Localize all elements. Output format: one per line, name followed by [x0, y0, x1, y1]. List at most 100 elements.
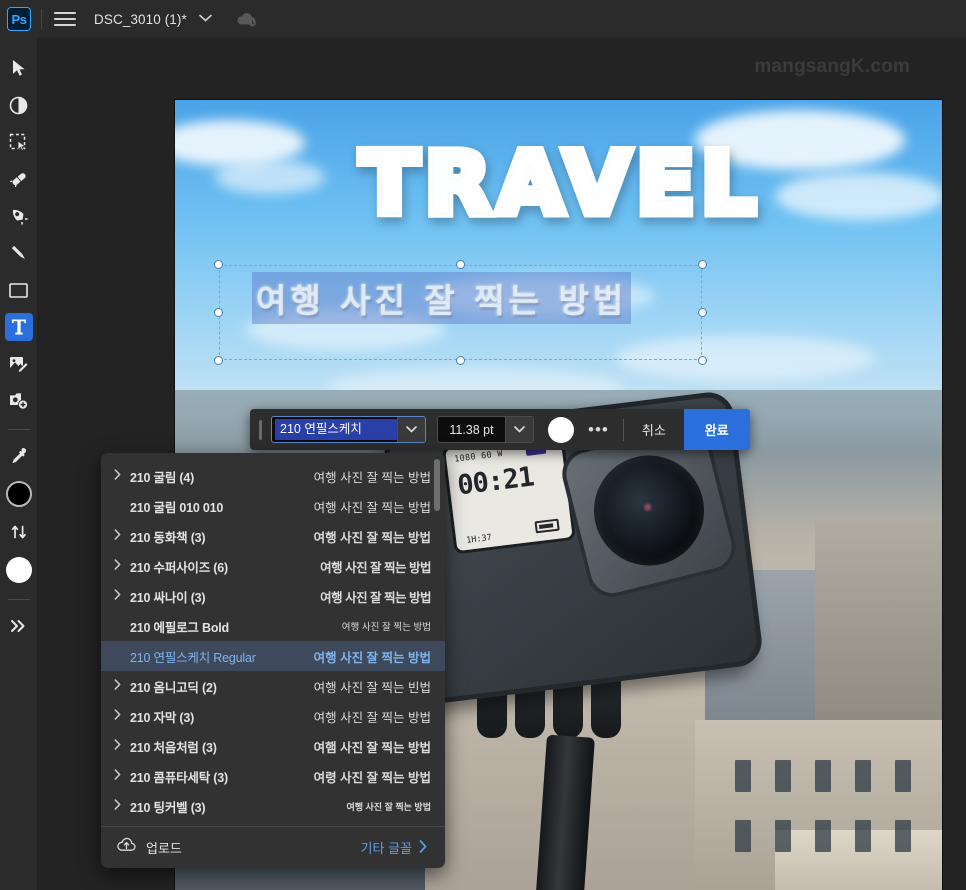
remove-tool[interactable] [5, 202, 33, 230]
window [775, 760, 791, 792]
healing-brush-tool[interactable] [5, 165, 33, 193]
canvas-area[interactable]: mangsangK.com TRAVEL 1080 60 W 00:21 1H:… [37, 38, 966, 890]
chevron-right-icon[interactable] [114, 769, 130, 783]
font-list-viewport[interactable]: 210 굴림 (4) 여행 사진 잘 찍는 방법 210 굴림 010 010 여행 … [101, 453, 445, 826]
brush-tool[interactable] [5, 239, 33, 267]
transform-handle-tl[interactable] [214, 260, 223, 269]
font-list-item-preview: 여행 사진 잘 찍는 방법 [320, 560, 431, 575]
font-list-item[interactable]: 210 자막 (3) 여행 사진 잘 찍는 방법 [101, 701, 445, 731]
tool-divider [7, 429, 30, 430]
font-list-item-name: 210 콤퓨타세탁 (3) [130, 770, 228, 785]
transform-handle-tc[interactable] [456, 260, 465, 269]
transform-handle-bc[interactable] [456, 356, 465, 365]
font-list-item[interactable]: 210 굴림 010 010 여행 사진 잘 찍는 방법 [101, 491, 445, 521]
font-list-item[interactable] [101, 453, 445, 461]
font-list-item[interactable]: 210 콤퓨타세탁 (3) 여령 사진 잘 찍는 방법 [101, 761, 445, 791]
chevron-right-icon[interactable] [114, 589, 130, 603]
font-list-item-preview: 여행 사진 잘 찍는 방법 [313, 470, 431, 485]
chevron-right-icon[interactable] [114, 799, 130, 813]
other-fonts-label: 기타 글꼴 [360, 841, 412, 856]
camera-screen: 1080 60 W 00:21 1H:37 [441, 432, 576, 555]
eyedropper-tool[interactable] [5, 442, 33, 470]
font-menu-footer: 업로드 기타 글꼴 [101, 827, 445, 868]
font-family-value[interactable]: 210 연필스케치 [275, 419, 397, 440]
cloud-sync-icon[interactable] [236, 11, 258, 27]
chevron-right-icon[interactable] [114, 709, 130, 723]
watermark-text: mangsangK.com [754, 56, 910, 77]
camera-remaining: 1H:37 [465, 532, 493, 546]
adjustment-tool[interactable] [5, 91, 33, 119]
window [775, 820, 791, 852]
font-list-item[interactable]: 210 옴니고딕 (2) 여행 사진 잘 찍는 빈법 [101, 671, 445, 701]
font-list-item[interactable]: 210 연필스케치 Regular 여행 사진 잘 찍는 방법 [101, 641, 445, 671]
font-size-chevron-down-icon[interactable] [505, 417, 533, 442]
chevron-right-icon[interactable] [114, 679, 130, 693]
transform-handle-ml[interactable] [214, 308, 223, 317]
image-tool[interactable] [5, 350, 33, 378]
font-list-item[interactable]: 210 굴림 (4) 여행 사진 잘 찍는 방법 [101, 461, 445, 491]
transform-handle-tr[interactable] [698, 260, 707, 269]
drag-handle-icon[interactable] [259, 419, 262, 440]
chevron-right-icon[interactable] [114, 559, 130, 573]
transform-handle-mr[interactable] [698, 308, 707, 317]
text-transform-box[interactable]: 여행 사진 잘 찍는 방법 [214, 260, 707, 365]
type-tool[interactable] [4, 313, 33, 341]
font-list-item-preview: 여행 사진 잘 찍는 방법 [313, 500, 431, 515]
generative-fill-tool[interactable] [5, 387, 33, 415]
font-list-scrollbar[interactable] [434, 459, 440, 511]
swap-colors-icon[interactable] [5, 518, 33, 546]
font-list-item-name: 210 싸나이 (3) [130, 590, 206, 605]
window [895, 820, 911, 852]
font-list-item-preview: 여햄 사진 잘 찍는 방법 [313, 740, 431, 755]
font-list-item-preview: 여행 사진 잘 찍는 방법 [320, 590, 431, 605]
font-list-item-preview: 여행 사진 잘 찍는 방법 [313, 710, 431, 725]
chevron-right-icon[interactable] [114, 739, 130, 753]
font-list-item[interactable]: 210 싸나이 (3) 여행 사진 잘 찍는 방법 [101, 581, 445, 611]
chevron-right-icon[interactable] [114, 529, 130, 543]
font-size-field[interactable]: 11.38 pt [437, 416, 534, 443]
other-fonts-button[interactable]: 기타 글꼴 [361, 838, 427, 857]
chevron-right-icon[interactable] [114, 469, 130, 483]
hamburger-menu-icon[interactable] [54, 9, 76, 29]
text-color-swatch[interactable] [548, 416, 574, 443]
camera-timecode: 00:21 [455, 461, 536, 502]
cancel-button[interactable]: 취소 [624, 420, 684, 439]
move-tool[interactable] [5, 54, 33, 82]
font-list-item-preview: 여령 사진 잘 찍는 방법 [313, 770, 431, 785]
more-options-icon[interactable]: ••• [588, 421, 609, 438]
upload-font-label: 업로드 [146, 841, 182, 856]
font-list-item-name: 210 굴림 (4) [130, 470, 195, 485]
font-family-chevron-down-icon[interactable] [397, 417, 425, 442]
chevron-down-icon[interactable] [199, 13, 212, 25]
font-list-item-name: 210 에필로그 Bold [130, 620, 229, 635]
font-list-item-name: 210 자막 (3) [130, 710, 195, 725]
font-family-field[interactable]: 210 연필스케치 [271, 416, 426, 443]
font-list-item[interactable]: 210 동화책 (3) 여행 사진 잘 찍는 방법 [101, 521, 445, 551]
font-list-item-preview: 여행 사진 잘 찍는 방법 [313, 530, 431, 545]
font-list-item[interactable]: 210 에필로그 Bold 여행 사진 잘 찍는 방법 [101, 611, 445, 641]
window [815, 760, 831, 792]
foreground-color-swatch[interactable] [5, 479, 33, 509]
font-family-dropdown[interactable]: 210 굴림 (4) 여행 사진 잘 찍는 방법 210 굴림 010 010 여행 … [101, 453, 445, 868]
font-list-item[interactable]: 210 처음처럼 (3) 여햄 사진 잘 찍는 방법 [101, 731, 445, 761]
chevron-right-icon [419, 839, 427, 856]
font-list[interactable]: 210 굴림 (4) 여행 사진 잘 찍는 방법 210 굴림 010 010 여행 … [101, 453, 445, 821]
transform-handle-bl[interactable] [214, 356, 223, 365]
shape-tool[interactable] [5, 276, 33, 304]
font-list-item-name: 210 동화책 (3) [130, 530, 206, 545]
text-options-toolbar: 210 연필스케치 11.38 pt ••• 취소 완료 [250, 409, 750, 450]
marquee-select-icon[interactable] [5, 128, 33, 156]
battery-icon [534, 518, 560, 534]
done-button[interactable]: 완료 [683, 409, 750, 450]
font-size-value[interactable]: 11.38 pt [438, 423, 505, 437]
toolbar-divider [41, 9, 42, 29]
subtitle-text[interactable]: 여행 사진 잘 찍는 방법 [252, 272, 632, 324]
transform-handle-br[interactable] [698, 356, 707, 365]
font-list-item[interactable]: 210 팅커벨 (3) 여행 사진 잘 찍는 방법 [101, 791, 445, 821]
background-color-swatch[interactable] [5, 555, 33, 585]
camera-mode-label: 1080 60 W [453, 448, 504, 465]
window [855, 760, 871, 792]
more-tools-icon[interactable] [5, 612, 33, 640]
upload-font-button[interactable]: 업로드 [117, 837, 182, 858]
font-list-item[interactable]: 210 수퍼사이즈 (6) 여행 사진 잘 찍는 방법 [101, 551, 445, 581]
